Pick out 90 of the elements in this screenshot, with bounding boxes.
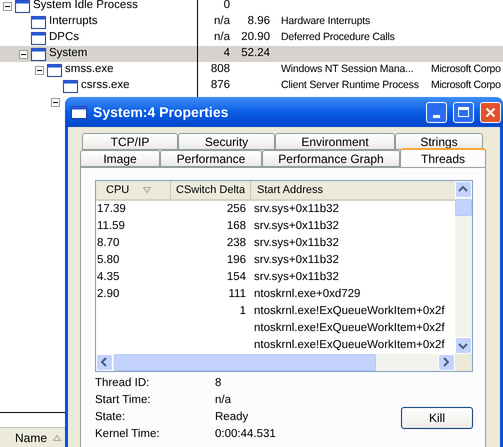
cswitch-cell: 168	[226, 220, 246, 232]
process-company: Microsoft Corpo	[431, 63, 501, 76]
scroll-right-icon[interactable]	[438, 354, 455, 371]
start-address-cell: srv.sys+0x11b32	[254, 270, 339, 283]
process-cpu: 8.96	[248, 15, 270, 28]
cpu-cell: 17.39	[97, 202, 126, 215]
detail-label: Start Time:	[95, 392, 152, 408]
process-description: Hardware Interrupts	[281, 15, 370, 28]
tab[interactable]: Threads	[400, 148, 486, 167]
detail-label: Kernel Time:	[95, 426, 161, 442]
cpu-cell: 4.35	[97, 270, 120, 283]
tab[interactable]: Performance	[160, 150, 262, 167]
minimize-icon	[433, 114, 440, 118]
process-company: Microsoft Corpo	[431, 79, 501, 92]
kill-button[interactable]: Kill	[401, 407, 473, 429]
maximize-button[interactable]	[453, 102, 474, 122]
column-header[interactable]: Start Address	[251, 181, 455, 199]
vertical-scrollbar[interactable]	[455, 181, 472, 354]
maximize-icon	[458, 107, 469, 117]
process-pid: 876	[210, 79, 230, 92]
close-icon	[485, 106, 496, 118]
detail-label: State:	[95, 410, 126, 425]
start-address-cell: ntoskrnl.exe!ExQueueWorkItem+0x2f	[254, 304, 445, 317]
process-cpu: 52.24	[241, 47, 270, 60]
minimize-button[interactable]	[426, 102, 447, 122]
start-address-cell: srv.sys+0x11b32	[254, 236, 339, 249]
cswitch-cell: 256	[226, 202, 246, 215]
collapse-icon[interactable]	[35, 66, 44, 74]
cswitch-cell: 196	[226, 254, 246, 266]
process-pid: n/a	[214, 15, 230, 28]
process-name[interactable]: Interrupts	[49, 13, 98, 31]
cpu-cell: 2.90	[97, 288, 120, 300]
tab[interactable]: Image	[80, 150, 160, 167]
process-name[interactable]: DPCs	[49, 29, 80, 47]
start-address-cell: ntoskrnl.exe!ExQueueWorkItem+0x2f	[254, 338, 445, 351]
window-title: System:4 Properties	[93, 102, 230, 122]
detail-value: 0:00:44.531	[215, 426, 276, 442]
tab[interactable]: TCP/IP	[82, 133, 178, 150]
horizontal-scrollbar[interactable]	[96, 354, 455, 371]
window-icon	[31, 48, 46, 60]
detail-value: 8	[215, 376, 222, 391]
column-header[interactable]: Name	[0, 427, 65, 447]
process-name[interactable]: System	[49, 45, 88, 63]
scrollbar-corner	[455, 354, 472, 371]
window-icon	[71, 106, 87, 118]
process-name[interactable]: csrss.exe	[81, 77, 130, 95]
cswitch-cell: 111	[228, 288, 246, 300]
start-address-cell: srv.sys+0x11b32	[254, 202, 339, 215]
scroll-left-icon[interactable]	[96, 354, 113, 371]
collapse-icon[interactable]	[19, 50, 28, 58]
column-header[interactable]: CSwitch Delta	[171, 181, 251, 199]
start-address-cell: ntoskrnl.exe+0xd729	[254, 288, 360, 300]
process-pid: 808	[210, 63, 230, 76]
sort-down-icon	[143, 187, 152, 193]
column-header[interactable]: CPU	[96, 181, 171, 199]
cpu-cell: 8.70	[97, 236, 120, 249]
scroll-up-icon[interactable]	[455, 181, 472, 198]
detail-value: n/a	[215, 392, 231, 408]
start-address-cell: srv.sys+0x11b32	[254, 220, 339, 232]
scroll-thumb[interactable]	[455, 199, 472, 216]
process-name[interactable]: smss.exe	[65, 61, 114, 79]
window-icon	[47, 64, 62, 76]
detail-value: Ready	[215, 410, 248, 425]
window-icon	[63, 80, 78, 92]
process-name[interactable]: System Idle Process	[33, 0, 138, 15]
cpu-cell: 5.80	[97, 254, 120, 266]
collapse-icon[interactable]	[3, 2, 12, 10]
process-description: Deferred Procedure Calls	[281, 31, 395, 44]
window-icon	[31, 32, 46, 44]
cswitch-cell: 1	[240, 304, 246, 317]
process-pid: 0	[224, 0, 230, 12]
start-address-cell: ntoskrnl.exe!ExQueueWorkItem+0x2f	[254, 322, 445, 334]
detail-label: Thread ID:	[95, 376, 150, 391]
scroll-down-icon[interactable]	[455, 337, 472, 354]
process-pid: 4	[224, 47, 230, 60]
start-address-cell: srv.sys+0x11b32	[254, 254, 339, 266]
tab[interactable]: Security	[178, 133, 275, 150]
scroll-thumb[interactable]	[114, 354, 376, 371]
window-icon	[31, 16, 46, 28]
tab[interactable]: Performance Graph	[262, 150, 400, 167]
close-button[interactable]	[480, 102, 501, 122]
cswitch-cell: 238	[226, 236, 246, 249]
process-description: Windows NT Session Mana...	[281, 63, 414, 76]
process-pid: n/a	[214, 31, 230, 44]
process-cpu: 20.90	[241, 31, 270, 44]
process-description: Client Server Runtime Process	[281, 79, 419, 92]
cpu-cell: 11.59	[97, 220, 125, 232]
tab[interactable]: Environment	[275, 133, 395, 150]
cswitch-cell: 154	[226, 270, 246, 283]
collapse-icon[interactable]	[51, 98, 60, 106]
